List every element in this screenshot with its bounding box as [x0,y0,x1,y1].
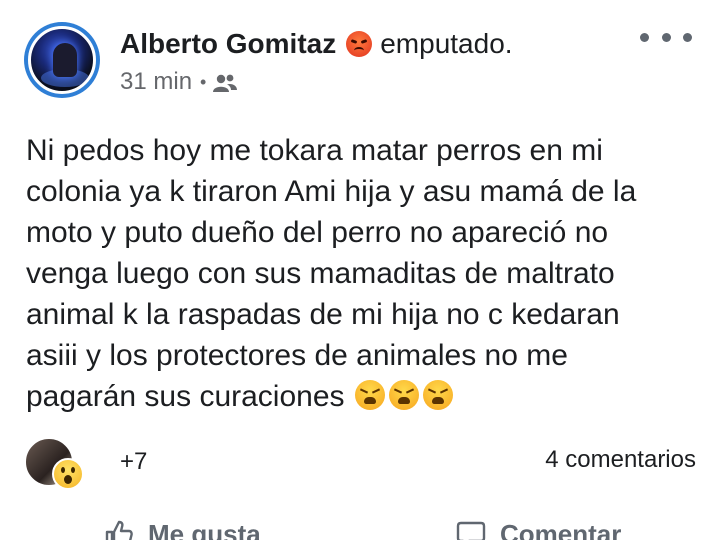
post-meta: 31 min • [120,66,238,98]
friends-icon[interactable] [212,72,238,92]
angry-face-icon [346,31,373,57]
like-button[interactable]: Me gusta [104,519,261,540]
post-line: animal k la raspadas de mi hija no c ked… [26,298,620,331]
avatar-photo [28,26,96,94]
more-dot [661,32,671,42]
post-line: asiii y los protectores de animales no m… [26,339,568,372]
post-actions: Me gusta Comentar [0,515,720,540]
post-line: venga luego con sus mamaditas de maltrat… [26,257,615,290]
post-line: moto y puto dueño del perro no apareció … [26,216,609,249]
post-time[interactable]: 31 min [120,68,192,96]
comment-button[interactable]: Comentar [456,519,621,540]
comment-label: Comentar [500,519,622,540]
tired-face-icon [422,380,453,410]
author-line: Alberto Gomitaz emputado. [120,24,513,64]
more-dot [640,32,649,42]
thumbs-up-icon [105,520,133,540]
post-line: pagarán sus curaciones [26,380,345,413]
tired-face-icon [388,380,419,410]
comments-count[interactable]: 4 comentarios [545,446,696,474]
like-label: Me gusta [148,519,261,540]
more-dot [683,32,692,42]
author-name[interactable]: Alberto Gomitaz [120,28,336,60]
post-header: Alberto Gomitaz emputado. 31 min • [0,0,720,110]
post-line: colonia ya k tiraron Ami hija y asu mamá… [26,175,637,208]
avatar-figure [53,43,77,77]
more-options-icon[interactable] [640,24,692,50]
post-line: Ni pedos hoy me tokara matar perros en m… [26,134,603,167]
post-last-line: pagarán sus curaciones [26,376,706,417]
comment-icon [456,521,486,540]
author-avatar[interactable] [24,22,100,98]
reaction-count: +7 [120,448,148,475]
meta-separator: • [200,71,207,92]
reactions-summary[interactable]: +7 [24,436,148,490]
tired-face-icon [354,380,385,410]
post-body: Ni pedos hoy me tokara matar perros en m… [26,130,706,417]
feeling-text: emputado. [380,28,513,59]
wow-face-icon [52,458,84,490]
